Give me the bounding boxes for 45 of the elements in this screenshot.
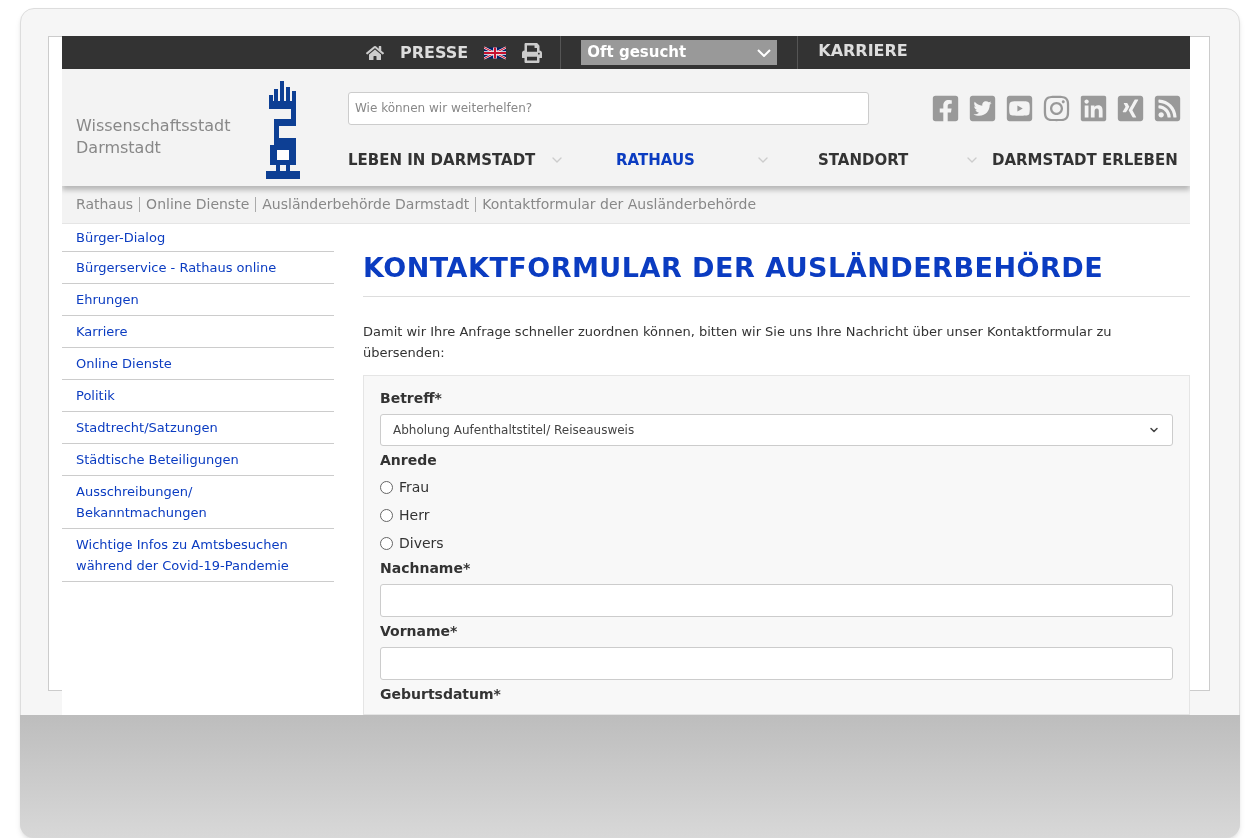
radio-button[interactable]: [380, 508, 393, 522]
nav-item[interactable]: LEBEN IN DARMSTADT: [348, 148, 612, 172]
radio-option[interactable]: Divers: [380, 532, 1173, 554]
twitter-icon[interactable]: [968, 93, 997, 123]
instagram-icon[interactable]: [1042, 93, 1071, 123]
sidebar-link[interactable]: Bürger-Dialog: [76, 227, 316, 248]
nav-link[interactable]: RATHAUS: [616, 148, 695, 172]
nav-link[interactable]: STANDORT: [818, 148, 909, 172]
intro-text: Damit wir Ihre Anfrage schneller zuordnen können, bitten wir Sie uns Ihre Nachricht über unser Kontaktformular zu übersenden:: [363, 323, 1113, 362]
field-label: Anrede: [380, 451, 438, 470]
radio-option[interactable]: Herr: [380, 504, 1173, 526]
career-link[interactable]: KARRIERE: [818, 39, 908, 63]
text-input-field[interactable]: [380, 584, 1173, 617]
home-icon[interactable]: [366, 43, 384, 62]
sidebar-link[interactable]: Ausschreibungen/ Bekanntmachungen: [76, 481, 316, 523]
page-title: KONTAKTFORMULAR DER AUSLÄNDERBEHÖRDE: [363, 250, 1105, 285]
nav-link[interactable]: LEBEN IN DARMSTADT: [348, 148, 536, 172]
logo-drawing[interactable]: [266, 81, 300, 179]
sidebar-link[interactable]: Online Dienste: [76, 353, 316, 374]
field-label: Vorname*: [380, 622, 459, 641]
press-link[interactable]: PRESSE: [400, 40, 469, 65]
facebook-icon[interactable]: [931, 93, 960, 123]
sidebar-link[interactable]: Karriere: [76, 321, 316, 342]
subject-select[interactable]: Abholung Aufenthaltstitel/ Reiseausweis: [380, 414, 1173, 446]
radio-option[interactable]: Frau: [380, 476, 1173, 498]
uk-flag-icon[interactable]: [484, 45, 507, 60]
sidebar-link[interactable]: Städtische Beteiligungen: [76, 449, 316, 470]
rss-icon[interactable]: [1153, 93, 1182, 123]
field-label: Geburtsdatum*: [380, 685, 502, 704]
sidebar-link[interactable]: Stadtrecht/Satzungen: [76, 417, 316, 438]
xing-icon[interactable]: [1116, 93, 1145, 123]
sidebar-link[interactable]: Ehrungen: [76, 289, 316, 310]
field-label: Nachname*: [380, 559, 472, 578]
youtube-icon[interactable]: [1005, 93, 1034, 123]
sidebar-link[interactable]: Politik: [76, 385, 316, 406]
caret-icon: [757, 48, 772, 57]
radio-button[interactable]: [380, 536, 393, 550]
search-field[interactable]: Wie können wir weiterhelfen?: [348, 91, 869, 125]
sidebar-link[interactable]: Bürgerservice - Rathaus online: [76, 257, 316, 278]
linkedin-icon[interactable]: [1079, 93, 1108, 123]
field-label: Betreff*: [380, 389, 443, 408]
text-input-field[interactable]: [380, 647, 1173, 680]
radio-button[interactable]: [380, 480, 393, 494]
sidebar-link[interactable]: Wichtige Infos zu Amtsbesuchen während der Covid-19-Pandemie: [76, 534, 316, 576]
print-icon[interactable]: [522, 42, 543, 63]
